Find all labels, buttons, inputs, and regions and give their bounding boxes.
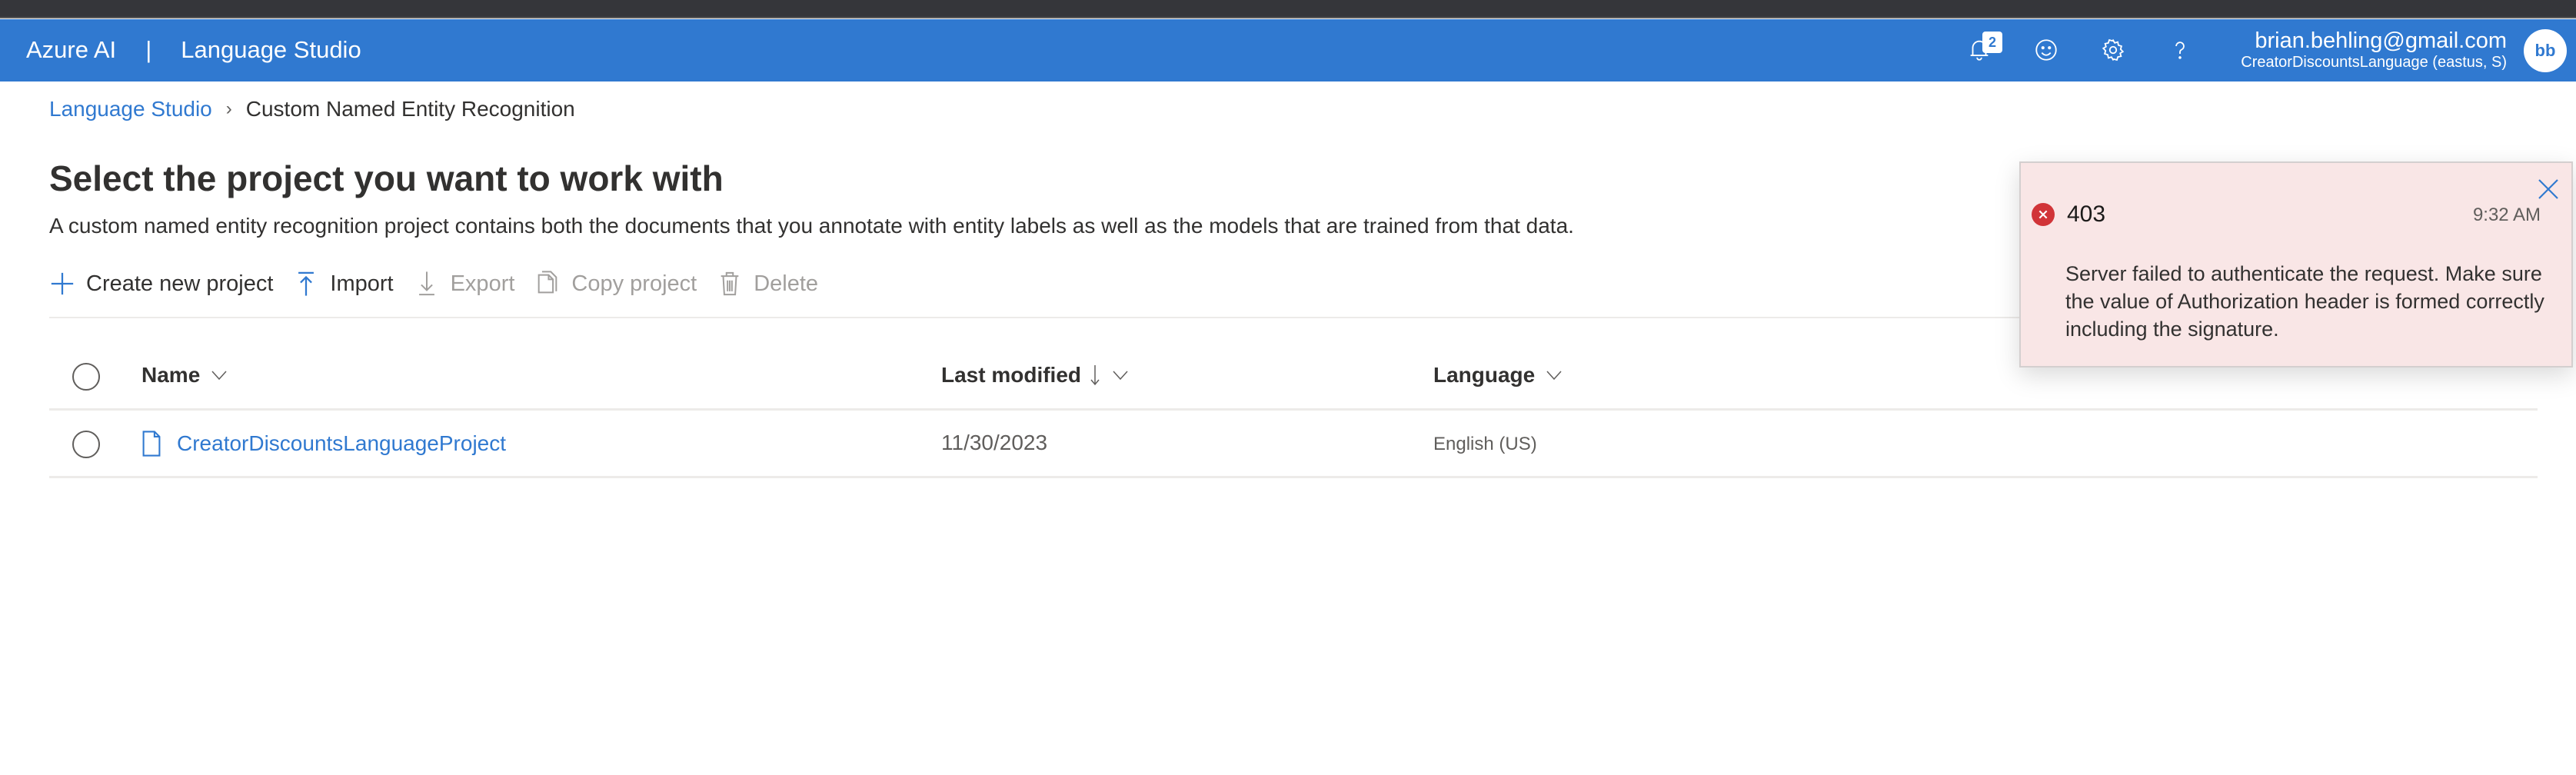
project-name: CreatorDiscountsLanguageProject: [177, 431, 507, 455]
project-last-modified: 11/30/2023: [941, 431, 1048, 454]
notification-count-badge: 2: [1982, 32, 2002, 53]
page-description: A custom named entity recognition projec…: [49, 214, 1574, 238]
gear-icon: [2102, 38, 2124, 62]
project-language: English (US): [1433, 434, 1537, 454]
brand-azure-ai[interactable]: Azure AI: [26, 36, 116, 64]
delete-label: Delete: [754, 271, 819, 296]
column-header-name-label: Name: [141, 363, 201, 387]
command-bar: Create new project Import Export Copy pr…: [49, 266, 838, 301]
select-all-checkbox[interactable]: [72, 363, 100, 391]
notifications-button[interactable]: 2: [1945, 32, 2012, 67]
copy-project-label: Copy project: [571, 271, 697, 296]
chevron-down-icon: [1546, 371, 1562, 381]
copy-icon: [538, 271, 557, 294]
sort-descending-arrow-icon: [1090, 365, 1100, 386]
trash-icon: [721, 271, 739, 296]
column-header-last-modified-label: Last modified: [941, 363, 1082, 387]
breadcrumb-current-page: Custom Named Entity Recognition: [245, 97, 575, 121]
account-info[interactable]: brian.behling@gmail.com CreatorDiscounts…: [2241, 28, 2507, 72]
error-icon: [2032, 203, 2055, 226]
delete-button[interactable]: Delete: [717, 269, 818, 298]
page-title: Select the project you want to work with: [49, 158, 724, 198]
account-email: brian.behling@gmail.com: [2255, 28, 2507, 53]
import-label: Import: [330, 271, 394, 296]
error-timestamp: 9:32 AM: [2472, 205, 2541, 225]
column-header-language-label: Language: [1433, 363, 1536, 387]
breadcrumb-chevron-icon: ›: [225, 98, 232, 119]
top-navigation-bar: Azure AI | Language Studio 2 brian.behli…: [0, 19, 2576, 81]
export-button[interactable]: Export: [414, 269, 515, 298]
chevron-down-icon: [1113, 371, 1128, 381]
download-arrow-icon: [418, 271, 434, 296]
browser-tab-strip: [0, 0, 2576, 18]
create-new-project-label: Create new project: [86, 271, 274, 296]
error-notification-toast: 403 9:32 AM Server failed to authenticat…: [2019, 161, 2573, 368]
copy-project-button[interactable]: Copy project: [534, 269, 697, 298]
feedback-button[interactable]: [2012, 33, 2079, 67]
plus-icon: [51, 272, 74, 295]
brand: Azure AI | Language Studio: [26, 36, 361, 64]
account-resource: CreatorDiscountsLanguage (eastus, S): [2241, 54, 2507, 71]
upload-arrow-icon: [298, 271, 315, 296]
close-icon[interactable]: [2536, 177, 2561, 201]
export-label: Export: [450, 271, 515, 296]
brand-language-studio[interactable]: Language Studio: [181, 36, 361, 64]
column-header-language[interactable]: Language: [1433, 363, 1563, 388]
breadcrumb-language-studio[interactable]: Language Studio: [49, 97, 212, 121]
column-header-last-modified[interactable]: Last modified: [941, 363, 1129, 388]
column-header-name[interactable]: Name: [141, 363, 228, 388]
create-new-project-button[interactable]: Create new project: [49, 269, 273, 298]
table-row[interactable]: CreatorDiscountsLanguageProject 11/30/20…: [49, 411, 2538, 478]
avatar[interactable]: bb: [2524, 29, 2567, 72]
error-message: Server failed to authenticate the reques…: [2065, 262, 2544, 341]
brand-separator: |: [145, 36, 152, 63]
document-icon: [142, 431, 161, 457]
project-name-link[interactable]: CreatorDiscountsLanguageProject: [141, 431, 506, 457]
row-select-checkbox[interactable]: [72, 431, 100, 458]
feedback-smiley-icon: [2035, 39, 2057, 61]
help-button[interactable]: [2146, 33, 2213, 67]
help-icon: [2175, 42, 2185, 59]
error-code: 403: [2067, 201, 2106, 227]
header-actions: 2: [1945, 32, 2213, 67]
settings-button[interactable]: [2079, 33, 2146, 67]
chevron-down-icon: [211, 371, 227, 381]
import-button[interactable]: Import: [293, 269, 394, 298]
breadcrumb: Language Studio › Custom Named Entity Re…: [49, 97, 575, 121]
